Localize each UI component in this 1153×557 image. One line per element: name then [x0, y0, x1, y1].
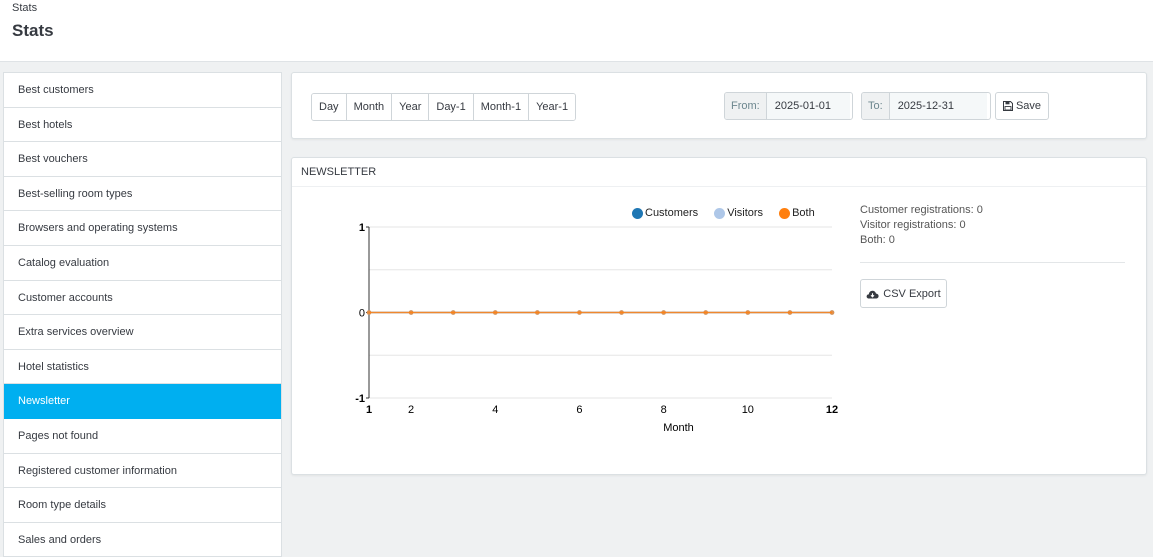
legend-dot-both	[779, 207, 791, 219]
sidebar-item-sales-orders[interactable]: Sales and orders	[4, 523, 281, 557]
sidebar-item-customer-accounts[interactable]: Customer accounts	[4, 281, 281, 316]
divider	[860, 262, 1125, 263]
save-label: Save	[1015, 100, 1042, 112]
legend-dot-visitors	[714, 207, 726, 219]
data-point-both	[787, 310, 793, 315]
data-point-both	[619, 310, 624, 315]
data-point-both	[829, 310, 835, 315]
x-tick-label: 8	[661, 404, 667, 416]
sidebar-item-room-type-details[interactable]: Room type details	[4, 488, 281, 523]
data-point-both	[450, 310, 456, 315]
date-to-input[interactable]: 2025-12-31	[889, 93, 987, 119]
date-from-group: From: 2025-01-01	[724, 92, 853, 120]
cloud-download-icon	[866, 290, 879, 298]
x-tick-label: 2	[408, 404, 414, 416]
csv-export-label: CSV Export	[883, 287, 941, 300]
y-tick-label: 0	[359, 308, 365, 320]
sidebar-item-best-vouchers[interactable]: Best vouchers	[4, 142, 281, 177]
sidebar-item-catalog-evaluation[interactable]: Catalog evaluation	[4, 246, 281, 281]
stats-module-list: Best customers Best hotels Best vouchers…	[3, 72, 282, 557]
data-point-both	[703, 310, 709, 315]
sidebar-item-registered-customer-info[interactable]: Registered customer information	[4, 454, 281, 489]
data-point-both	[577, 310, 582, 315]
x-tick-label: 10	[742, 404, 754, 416]
period-month-prev-button[interactable]: Month-1	[473, 94, 530, 120]
save-button[interactable]: Save	[995, 92, 1049, 120]
sidebar-item-pages-not-found[interactable]: Pages not found	[4, 419, 281, 454]
data-point-both	[408, 310, 414, 315]
sidebar-item-browsers-os[interactable]: Browsers and operating systems	[4, 211, 281, 246]
save-icon	[1002, 101, 1013, 111]
period-year-prev-button[interactable]: Year-1	[529, 94, 576, 120]
x-tick-label: 4	[492, 404, 498, 416]
sidebar-item-best-customers[interactable]: Best customers	[4, 73, 281, 108]
x-tick-label: 12	[826, 404, 838, 416]
date-to-group: To: 2025-12-31	[861, 92, 991, 120]
newsletter-line-chart: 10-11 2 4 6 8 10 12Month	[355, 222, 838, 434]
data-point-both	[535, 310, 540, 315]
legend-label-customers: Customers	[645, 207, 699, 219]
legend-dot-customers	[632, 207, 643, 219]
page-title: Stats	[12, 21, 54, 40]
data-point-both	[492, 310, 498, 315]
newsletter-summary: Customer registrations: 0 Visitor regist…	[860, 203, 1125, 308]
x-tick-label: 1	[366, 404, 372, 416]
legend-item-customers[interactable]: Customers	[632, 207, 698, 219]
legend-label-both: Both	[792, 207, 815, 219]
breadcrumb[interactable]: Stats	[12, 2, 37, 14]
sidebar-item-hotel-statistics[interactable]: Hotel statistics	[4, 350, 281, 385]
date-range-panel: Day Month Year Day-1 Month-1 Year-1 From…	[291, 72, 1147, 139]
both-registrations-stat: Both: 0	[860, 234, 895, 246]
date-from-input[interactable]: 2025-01-01	[766, 93, 850, 119]
data-point-both	[366, 310, 372, 315]
data-point-both	[745, 310, 751, 315]
data-point-both	[661, 310, 666, 315]
legend-item-both[interactable]: Both	[779, 207, 815, 219]
chart-legend: Customers Visitors Both	[632, 207, 815, 219]
newsletter-panel: NEWSLETTER 1 0 -1 1 2 4 6 8 10 12 Month Customers …	[291, 157, 1147, 475]
legend-item-visitors[interactable]: Visitors	[714, 207, 763, 219]
x-tick-label: 6	[576, 404, 582, 416]
csv-export-button[interactable]: CSV Export	[860, 279, 947, 308]
page-header: Stats Stats	[0, 0, 1153, 62]
period-day-button[interactable]: Day	[312, 94, 347, 120]
visitor-registrations-stat: Visitor registrations: 0	[860, 219, 966, 231]
date-to-label: To:	[862, 93, 890, 119]
date-from-label: From:	[725, 93, 767, 119]
sidebar-item-extra-services[interactable]: Extra services overview	[4, 315, 281, 350]
period-day-prev-button[interactable]: Day-1	[429, 94, 474, 120]
sidebar-item-newsletter[interactable]: Newsletter	[4, 384, 281, 419]
x-axis-label: Month	[663, 422, 694, 434]
period-month-button[interactable]: Month	[346, 94, 393, 120]
y-tick-label: -1	[355, 393, 365, 405]
legend-label-visitors: Visitors	[727, 207, 764, 219]
sidebar-item-best-hotels[interactable]: Best hotels	[4, 108, 281, 143]
y-tick-label: 1	[359, 222, 365, 234]
period-button-group: Day Month Year Day-1 Month-1 Year-1	[311, 93, 577, 121]
period-year-button[interactable]: Year	[392, 94, 430, 120]
customer-registrations-stat: Customer registrations: 0	[860, 204, 983, 216]
sidebar-item-best-selling-room-types[interactable]: Best-selling room types	[4, 177, 281, 212]
